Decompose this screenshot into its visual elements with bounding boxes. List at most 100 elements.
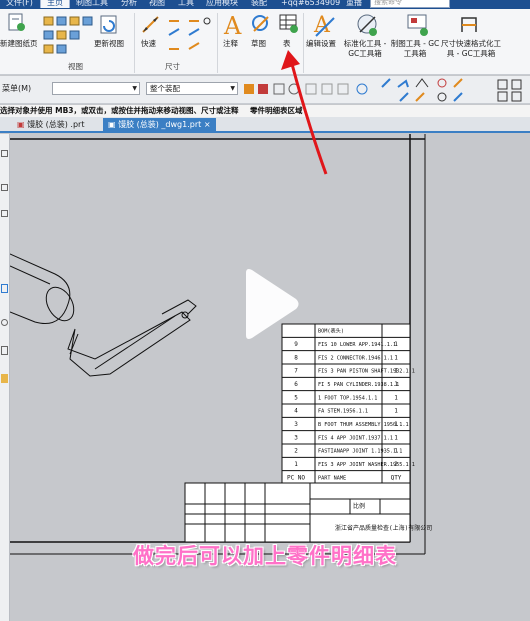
parts-list-cell-qty: QTY [391, 474, 402, 481]
assembly-scope-select[interactable]: 整个装配 ▼ [146, 82, 238, 95]
drawing-file-icon: ▣ [108, 120, 116, 129]
tab-home[interactable]: 主页 [40, 0, 70, 8]
svg-text:A: A [313, 13, 331, 38]
parts-list-cell-qty: 1 [394, 434, 398, 441]
system-materials-icon[interactable] [1, 346, 8, 355]
tab-watermark-qq: +qq#6534909 [281, 0, 341, 7]
parts-list-cell-qty: 1 [394, 448, 398, 455]
gc-drafting-label[interactable]: 制图工具 - GC工具箱 [390, 39, 440, 59]
ribbon-tab-strip: 文件(F) 主页 制图工具 分析 视图 工具 应用模块 装配 +qq#65349… [0, 0, 530, 9]
doc-tab-part-label: 馒胶 (总装) .prt [27, 120, 85, 129]
part-file-icon: ▣ [17, 120, 25, 129]
parts-list-cell-no: 9 [294, 341, 298, 348]
svg-text:A: A [223, 12, 242, 38]
doc-tab-part[interactable]: ▣ 馒胶 (总装) .prt [12, 118, 89, 132]
update-view-label[interactable]: 更新视图 [94, 39, 124, 49]
tab-analysis[interactable]: 分析 [115, 0, 143, 8]
note-icon[interactable]: A [222, 12, 244, 38]
parts-list-cell-no: 5 [294, 394, 298, 401]
parts-list-cell-name: FIS 4 APP JOINT.1937.1.1 [318, 435, 393, 441]
ribbon-separator [217, 13, 218, 73]
edit-settings-icon[interactable]: A [312, 12, 336, 38]
assembly-scope-value: 整个装配 [150, 84, 180, 93]
parts-list-cell-qty: 1 [394, 341, 398, 348]
quick-dimension-label[interactable]: 快速 [141, 39, 156, 49]
dimension-tools-icon[interactable] [167, 15, 211, 55]
close-icon[interactable]: × [204, 120, 211, 129]
tab-drafting-tools[interactable]: 制图工具 [70, 0, 114, 8]
ribbon: 新建图纸页 更新视图 视图 快速 尺寸 A 注释 草图 表 A 编辑设置 标准化… [0, 9, 530, 75]
doc-tab-drawing-label: 馒胶 (总装) _dwg1.prt [118, 120, 202, 129]
parts-list-cell-name: FA STEM.1956.1.1 [318, 409, 368, 415]
history-icon[interactable] [1, 210, 8, 217]
parts-list-cell-name: BOM(表头) [318, 327, 344, 335]
web-browser-icon[interactable] [1, 284, 8, 293]
gc-drafting-icon[interactable] [406, 12, 430, 38]
parts-list-cell-no: 2 [294, 448, 298, 455]
update-view-icon[interactable] [99, 14, 119, 36]
snap-point-icons[interactable] [378, 77, 490, 103]
part-navigator-icon[interactable] [1, 184, 8, 191]
quick-dimension-icon[interactable] [141, 15, 161, 35]
sketch-label[interactable]: 草图 [251, 39, 266, 49]
gc-dimension-format-label[interactable]: 尺寸快速格式化工具 - GC工具箱 [440, 39, 502, 59]
parts-list-cell-name: FIS 3 APP JOINT WASHER.1955.1.1 [318, 462, 415, 468]
gc-dimension-format-icon[interactable] [458, 12, 482, 38]
parts-list-cell-no: 7 [294, 368, 298, 375]
selection-toolbar: 菜单(M) ▼ 整个装配 ▼ [0, 76, 530, 104]
menu-button[interactable]: 菜单(M) [2, 83, 31, 94]
parts-list-cell-qty: 1 [394, 354, 398, 361]
folder-icon[interactable] [1, 374, 8, 383]
tab-tools[interactable]: 工具 [172, 0, 200, 8]
view-tools-icon[interactable] [42, 15, 96, 55]
dimension-group-label: 尺寸 [165, 62, 180, 71]
status-bar: 选择对象并使用 MB3，或双击，或按住并拖动来移动视图、尺寸或注释 零件明细表区… [0, 105, 530, 117]
new-sheet-icon[interactable] [6, 12, 26, 32]
video-caption: 做完后可以加上零件明细表 [133, 544, 397, 568]
parts-list-cell-name: 1 FOOT TOP.1954.1.1 [318, 395, 377, 401]
ribbon-separator [134, 13, 135, 73]
tab-view[interactable]: 视图 [143, 0, 171, 8]
table-icon[interactable] [278, 13, 300, 35]
tab-application[interactable]: 应用模块 [200, 0, 244, 8]
document-tabs: ▣ 馒胶 (总装) .prt ▣ 馒胶 (总装) _dwg1.prt × [0, 117, 530, 133]
tab-replay[interactable]: 重播 [340, 0, 368, 8]
type-filter-select[interactable]: ▼ [52, 82, 140, 95]
chevron-down-icon: ▼ [230, 85, 235, 92]
parts-list-cell-name: FI 5 PAN CYLINDER.1938.1.1 [318, 382, 399, 388]
note-label[interactable]: 注释 [223, 39, 238, 49]
parts-list-cell-name: PART NAME [318, 475, 346, 481]
new-sheet-label[interactable]: 新建图纸页 [0, 39, 38, 49]
parts-list-cell-name: FIS 10 LOWER APP.1941.1.1 [318, 342, 396, 348]
navigator-icon[interactable] [1, 150, 8, 157]
view-group-label: 视图 [68, 62, 83, 71]
gc-standardize-icon[interactable] [355, 12, 379, 38]
sketch-icon[interactable] [250, 13, 272, 35]
company-name: 浙江省产品质量检查(上海)有限公司 [335, 524, 432, 532]
tab-assembly[interactable]: 装配 [245, 0, 273, 8]
parts-list-cell-name: FIS 2 CONNECTOR.1946.1.1 [318, 355, 393, 361]
chevron-down-icon: ▼ [132, 85, 137, 92]
parts-list-cell-no: 8 [294, 354, 298, 361]
parts-list-cell-no: 3 [294, 421, 298, 428]
parts-list-cell-qty: 1 [394, 381, 398, 388]
doc-tab-drawing[interactable]: ▣ 馒胶 (总装) _dwg1.prt × [103, 118, 216, 132]
parts-list-cell-no: PC NO [287, 474, 305, 481]
parts-list-cell-qty: 2 [394, 461, 398, 468]
parts-list-cell-qty: 1 [394, 421, 398, 428]
parts-list-cell-qty: 1 [394, 368, 398, 375]
video-play-icon[interactable] [238, 267, 302, 341]
gc-standardize-label[interactable]: 标准化工具 - GC工具箱 [340, 39, 390, 59]
tab-file[interactable]: 文件(F) [0, 0, 39, 8]
parts-list-cell-no: 3 [294, 434, 298, 441]
parts-list-table: BOM(表头)9 FIS 10 LOWER APP.1941.1.118 FIS 2… [281, 323, 415, 485]
command-search-input[interactable]: 搜索命令 [370, 0, 450, 8]
part-view [10, 253, 197, 377]
roles-icon[interactable] [1, 319, 8, 326]
title-block [184, 482, 411, 543]
grid-toggle-icons[interactable] [496, 78, 528, 102]
parts-list-cell-name: FASTIANAPP JOINT 1.1935.1.1 [318, 449, 402, 455]
status-text: 选择对象并使用 MB3，或双击，或按住并拖动来移动视图、尺寸或注释 [0, 106, 239, 115]
parts-list-cell-no: 4 [294, 408, 298, 415]
parts-list-cell-name: FIS 3 PAN PISTON SHAFT.1932.1.1 [318, 369, 415, 375]
